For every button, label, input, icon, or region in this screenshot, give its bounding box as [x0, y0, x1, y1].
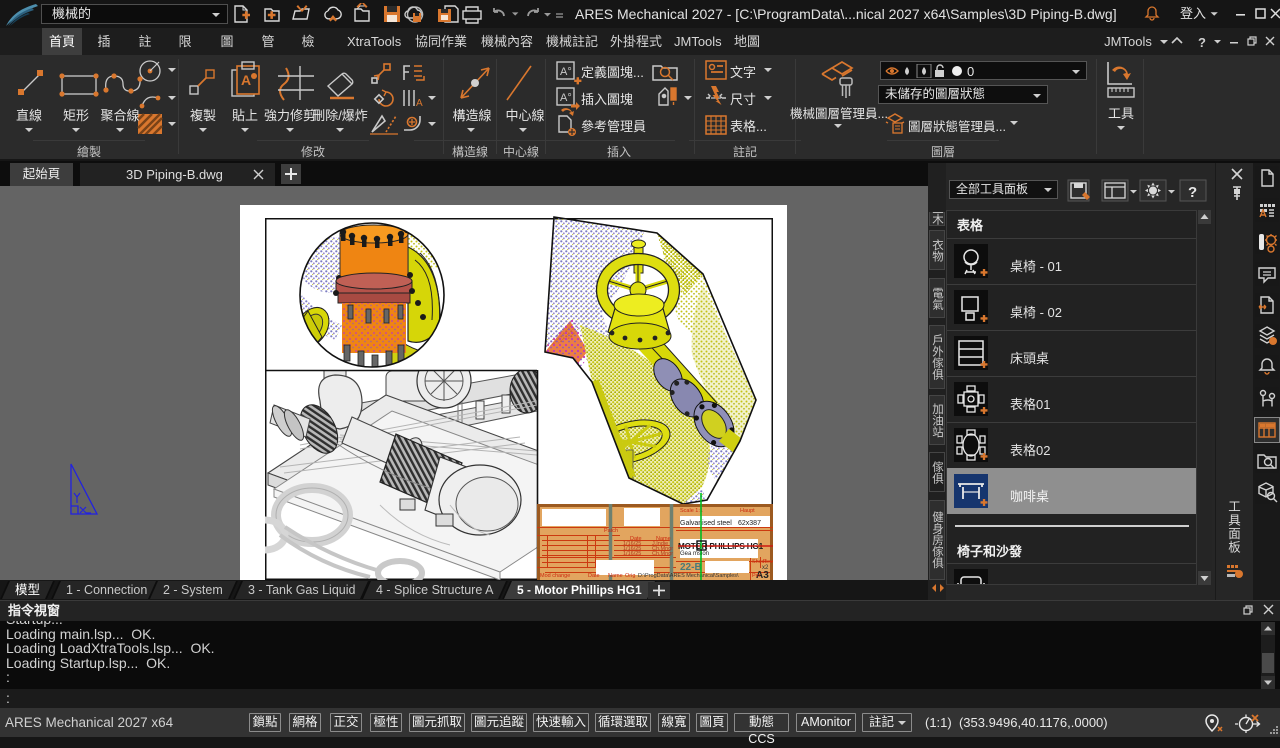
svg-text:Patch: Patch [604, 528, 618, 534]
svg-text:A: A [416, 98, 423, 109]
svg-text:Name: Name [608, 573, 623, 579]
svg-text:A: A [241, 72, 251, 88]
svg-text:Scale 1:1: Scale 1:1 [680, 508, 703, 514]
svg-text:A°: A° [560, 66, 572, 78]
svg-text:Per: Per [752, 573, 761, 579]
svg-text:Mod change: Mod change [540, 573, 570, 579]
svg-text:Orig: Orig [625, 573, 635, 579]
svg-text:A°: A° [560, 92, 572, 104]
svg-text:Haupt: Haupt [740, 508, 755, 514]
svg-text:Rev: Rev [763, 559, 773, 565]
svg-text:Galvanised steel: Galvanised steel [680, 520, 732, 527]
svg-text:D:\ProgData\ARES Mechanical\Sa: D:\ProgData\ARES Mechanical\Samples\ [638, 573, 739, 579]
svg-text:登入: 登入 [1180, 6, 1206, 21]
svg-text:Gea msion: Gea msion [680, 551, 709, 557]
svg-text:1/16/25: 1/16/25 [623, 551, 641, 557]
svg-text:?: ? [1198, 35, 1206, 50]
svg-text:62x387: 62x387 [738, 520, 761, 527]
svg-text:Ch.Mngr: Ch.Mngr [652, 551, 673, 557]
svg-text:22-B: 22-B [680, 562, 702, 573]
svg-text:Date: Date [588, 573, 600, 579]
svg-text:?: ? [1188, 184, 1197, 201]
